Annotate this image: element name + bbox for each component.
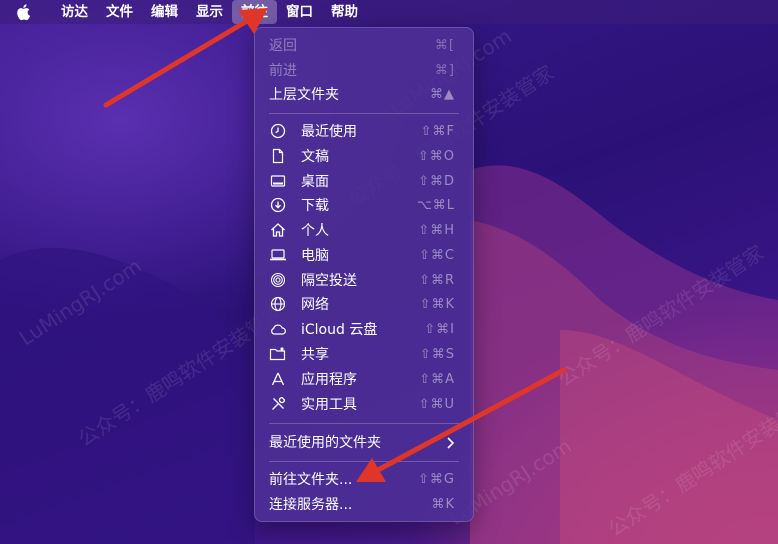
menu-item-label: 电脑 [301, 248, 329, 264]
menu-item-label: 文稿 [301, 149, 329, 165]
desktop-icon [269, 172, 287, 190]
menu-item-home[interactable]: 个人 ⇧⌘H [261, 218, 467, 242]
laptop-icon [269, 246, 287, 264]
menu-item-label: 隔空投送 [301, 273, 357, 289]
home-icon [269, 221, 287, 239]
shortcut: ⌥⌘L [416, 197, 455, 213]
shortcut: ⇧⌘C [419, 247, 455, 263]
menubar-file[interactable]: 文件 [97, 0, 142, 24]
document-icon [269, 147, 287, 165]
menubar-view[interactable]: 显示 [187, 0, 232, 24]
menubar-window[interactable]: 窗口 [277, 0, 322, 24]
menu-item-label: iCloud 云盘 [301, 322, 378, 338]
shortcut: ⇧⌘H [418, 222, 455, 238]
menu-item-network[interactable]: 网络 ⇧⌘K [261, 292, 467, 316]
menu-item-label: 连接服务器... [269, 497, 353, 513]
shortcut: ⇧⌘I [424, 321, 455, 337]
menu-item-applications[interactable]: 应用程序 ⇧⌘A [261, 367, 467, 391]
menu-item-computer[interactable]: 电脑 ⇧⌘C [261, 243, 467, 267]
menu-item-label: 返回 [269, 38, 297, 54]
menu-item-shared[interactable]: 共享 ⇧⌘S [261, 342, 467, 366]
menu-bar: 访达 文件 编辑 显示 前往 窗口 帮助 [0, 0, 778, 24]
menu-item-forward[interactable]: 前进 ⌘] [261, 58, 467, 82]
menu-item-label: 前往文件夹... [269, 472, 353, 488]
airdrop-icon [269, 271, 287, 289]
shortcut: ⇧⌘S [419, 346, 455, 362]
shared-folder-icon [269, 345, 287, 363]
menu-item-enclosing-folder[interactable]: 上层文件夹 ⌘▲ [261, 82, 467, 106]
chevron-right-icon [445, 435, 455, 449]
apple-logo-icon[interactable] [14, 2, 34, 22]
menu-item-label: 上层文件夹 [269, 87, 339, 103]
cloud-icon [269, 320, 287, 338]
applications-icon [269, 370, 287, 388]
menu-item-downloads[interactable]: 下载 ⌥⌘L [261, 193, 467, 217]
go-menu: 返回 ⌘[ 前进 ⌘] 上层文件夹 ⌘▲ 最近使用 ⇧⌘F 文稿 ⇧⌘O 桌面 … [254, 27, 474, 522]
shortcut: ⇧⌘G [418, 471, 455, 487]
menu-item-label: 网络 [301, 297, 329, 313]
menu-item-label: 桌面 [301, 174, 329, 190]
menu-item-utilities[interactable]: 实用工具 ⇧⌘U [261, 392, 467, 416]
menu-item-airdrop[interactable]: 隔空投送 ⇧⌘R [261, 268, 467, 292]
menubar-edit[interactable]: 编辑 [142, 0, 187, 24]
menu-item-label: 个人 [301, 223, 329, 239]
menu-item-label: 最近使用 [301, 124, 357, 140]
menu-separator [269, 423, 459, 424]
menu-separator [269, 461, 459, 462]
menu-item-icloud-drive[interactable]: iCloud 云盘 ⇧⌘I [261, 317, 467, 341]
shortcut: ⇧⌘R [419, 272, 455, 288]
menu-item-label: 前进 [269, 63, 297, 79]
clock-icon [269, 122, 287, 140]
shortcut: ⌘K [431, 496, 455, 512]
menu-item-label: 最近使用的文件夹 [269, 435, 381, 451]
menu-item-recents[interactable]: 最近使用 ⇧⌘F [261, 119, 467, 143]
shortcut: ⌘▲ [430, 86, 455, 102]
shortcut: ⌘[ [434, 37, 455, 53]
shortcut: ⌘] [434, 62, 455, 78]
menu-item-label: 共享 [301, 347, 329, 363]
shortcut: ⇧⌘U [418, 396, 455, 412]
menu-item-label: 实用工具 [301, 397, 357, 413]
shortcut: ⇧⌘D [418, 173, 455, 189]
globe-icon [269, 295, 287, 313]
shortcut: ⇧⌘A [419, 371, 455, 387]
tools-icon [269, 395, 287, 413]
shortcut: ⇧⌘O [417, 148, 455, 164]
menu-item-documents[interactable]: 文稿 ⇧⌘O [261, 144, 467, 168]
menubar-go[interactable]: 前往 [232, 0, 277, 24]
menu-item-desktop[interactable]: 桌面 ⇧⌘D [261, 169, 467, 193]
menubar-finder[interactable]: 访达 [52, 0, 97, 24]
menu-separator [269, 113, 459, 114]
menu-item-recent-folders[interactable]: 最近使用的文件夹 [261, 430, 467, 454]
shortcut: ⇧⌘K [419, 296, 455, 312]
menubar-help[interactable]: 帮助 [322, 0, 367, 24]
shortcut: ⇧⌘F [420, 123, 455, 139]
menu-item-label: 应用程序 [301, 372, 357, 388]
menu-item-go-to-folder[interactable]: 前往文件夹... ⇧⌘G [261, 467, 467, 491]
download-icon [269, 196, 287, 214]
menu-item-connect-to-server[interactable]: 连接服务器... ⌘K [261, 492, 467, 516]
menu-item-back[interactable]: 返回 ⌘[ [261, 33, 467, 57]
menu-item-label: 下载 [301, 198, 329, 214]
